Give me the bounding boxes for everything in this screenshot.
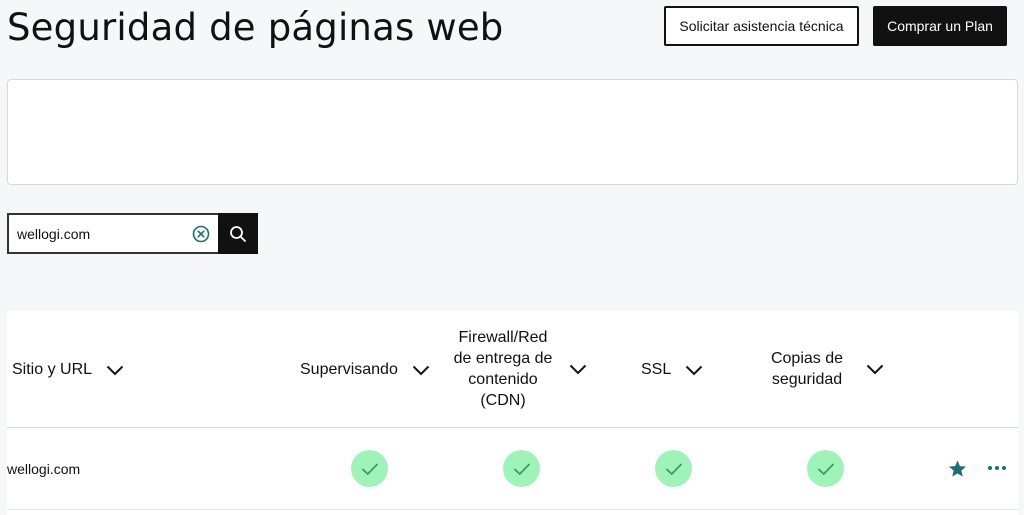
search-bar	[7, 213, 258, 254]
column-header-label: Firewall/Red de entrega de contenido (CD…	[453, 329, 553, 409]
column-header-site[interactable]: Sitio y URL	[12, 359, 124, 380]
star-icon[interactable]	[947, 459, 968, 479]
firewall-status-check	[503, 450, 540, 487]
column-header-label: Sitio y URL	[12, 361, 93, 378]
column-header-ssl[interactable]: SSL	[641, 359, 703, 380]
info-banner	[7, 79, 1018, 185]
chevron-down-icon	[106, 365, 124, 375]
table-header: Sitio y URL Supervisando Firewall/Red de…	[7, 311, 1018, 428]
chevron-down-icon	[866, 364, 884, 375]
site-url[interactable]: wellogi.com	[7, 461, 80, 477]
check-icon	[361, 463, 378, 475]
sites-table: Sitio y URL Supervisando Firewall/Red de…	[7, 311, 1018, 515]
column-header-label: SSL	[641, 361, 672, 378]
ssl-status-check	[655, 450, 692, 487]
buy-plan-button[interactable]: Comprar un Plan	[873, 6, 1007, 46]
chevron-down-icon	[569, 364, 587, 375]
search-field	[7, 213, 218, 254]
check-icon	[817, 463, 834, 475]
column-header-label: Copias de seguridad	[770, 350, 844, 388]
search-input[interactable]	[9, 215, 218, 252]
search-icon	[230, 225, 246, 242]
column-header-label: Supervisando	[300, 361, 398, 378]
chevron-down-icon	[686, 365, 703, 375]
check-icon	[665, 463, 682, 475]
monitoring-status-check	[351, 450, 388, 487]
column-header-monitoring[interactable]: Supervisando	[300, 359, 430, 380]
page-title: Seguridad de páginas web	[7, 6, 504, 49]
request-support-button[interactable]: Solicitar asistencia técnica	[664, 6, 859, 46]
check-icon	[513, 463, 530, 475]
more-options-icon[interactable]	[987, 465, 1007, 471]
column-header-backups[interactable]: Copias de seguridad	[762, 348, 884, 390]
clear-circle-icon[interactable]	[192, 225, 210, 243]
search-button[interactable]	[218, 213, 258, 254]
chevron-down-icon	[412, 365, 430, 375]
column-header-firewall-cdn[interactable]: Firewall/Red de entrega de contenido (CD…	[451, 327, 587, 411]
table-row[interactable]: wellogi.com	[7, 428, 1018, 510]
backups-status-check	[807, 450, 844, 487]
